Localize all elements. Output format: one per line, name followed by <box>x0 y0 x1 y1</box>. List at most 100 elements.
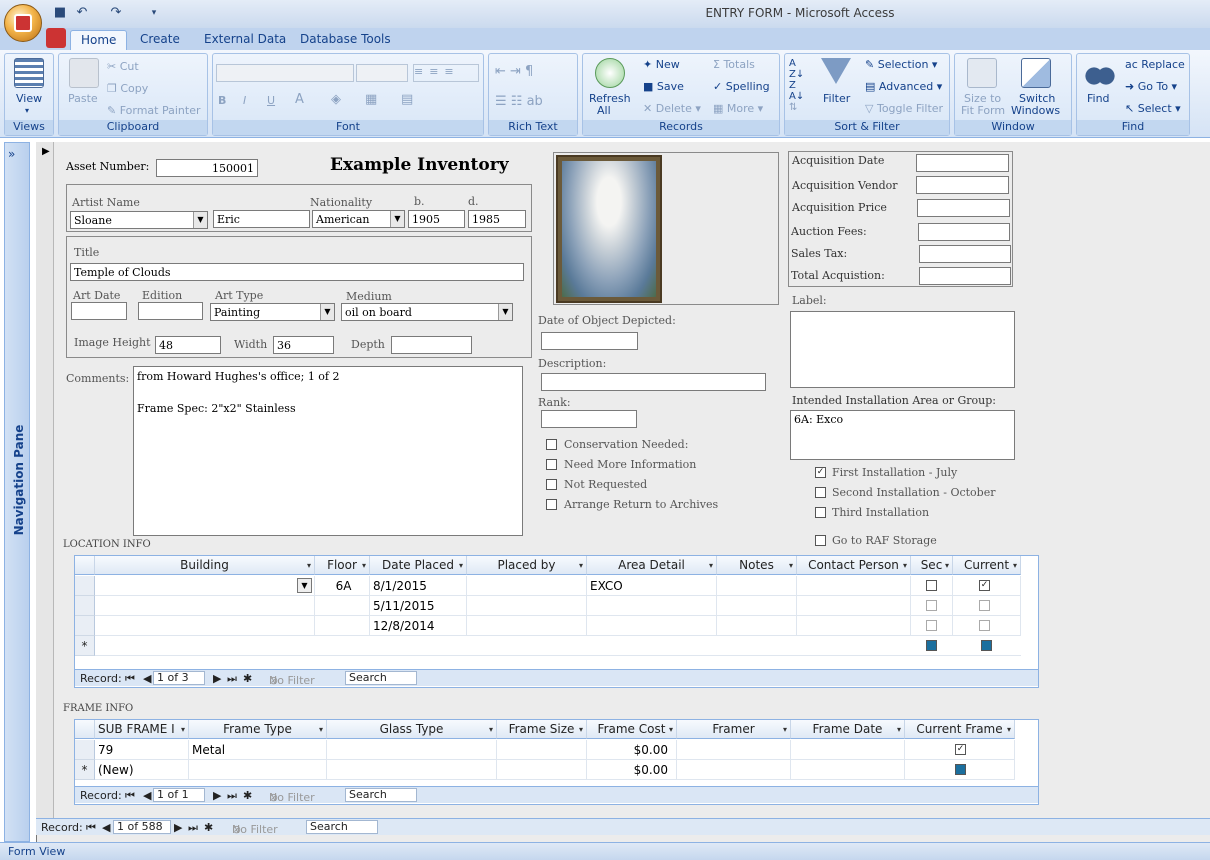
underline-button[interactable]: U <box>267 94 275 107</box>
new-record-icon[interactable]: ✱ <box>204 821 213 834</box>
paste-button[interactable]: Paste <box>68 92 98 105</box>
third-installation-checkbox[interactable] <box>815 507 826 518</box>
current-new-checkbox[interactable] <box>981 640 992 651</box>
gridlines-icon[interactable]: ▦ <box>365 92 377 107</box>
new-record-marker[interactable]: * <box>75 760 95 780</box>
frame-size-header[interactable]: Frame Size ▾ <box>497 720 587 739</box>
new-record-marker[interactable]: * <box>75 636 95 656</box>
last-record-icon[interactable]: ⏭ <box>188 821 198 835</box>
sec-checkbox[interactable] <box>926 580 937 591</box>
view-dropdown-icon[interactable]: ▾ <box>25 106 29 115</box>
select-button[interactable]: ↖ Select ▾ <box>1125 102 1181 115</box>
tab-database-tools[interactable]: Database Tools <box>290 30 401 50</box>
current-checkbox[interactable]: ✓ <box>979 580 990 591</box>
tab-external-data[interactable]: External Data <box>194 30 296 50</box>
location-row-selector[interactable] <box>75 576 95 596</box>
depth-field[interactable] <box>391 336 472 354</box>
frame-date-header[interactable]: Frame Date ▾ <box>791 720 905 739</box>
date-placed-cell[interactable]: 5/11/2015 <box>370 596 467 616</box>
date-placed-cell[interactable]: 8/1/2015 <box>370 576 467 596</box>
contact-person-cell[interactable] <box>797 596 911 616</box>
rank-field[interactable] <box>541 410 637 428</box>
width-field[interactable]: 36 <box>273 336 334 354</box>
selection-button[interactable]: ✎ Selection ▾ <box>865 58 937 71</box>
find-button[interactable]: Find <box>1087 92 1110 105</box>
frame-type-cell[interactable]: Metal <box>189 740 327 760</box>
save-button[interactable]: ■ Save <box>643 80 684 93</box>
sales-tax-field[interactable] <box>919 245 1011 263</box>
notes-cell[interactable] <box>717 576 797 596</box>
go-to-button[interactable]: ➜ Go To ▾ <box>1125 80 1177 93</box>
align-buttons[interactable]: ≡≡≡ <box>413 64 479 82</box>
raf-storage-checkbox[interactable] <box>815 535 826 546</box>
frame-type-header[interactable]: Frame Type ▾ <box>189 720 327 739</box>
redo-icon[interactable]: ↷ <box>108 5 124 21</box>
last-record-icon[interactable]: ⏭ <box>227 789 237 803</box>
list-icon[interactable]: ☰ ☷ ab <box>495 94 543 109</box>
tab-create[interactable]: Create <box>130 30 190 50</box>
frame-type-new-cell[interactable] <box>189 760 327 780</box>
sort-descending-icon[interactable]: Z A↓ <box>789 80 804 102</box>
total-acquisition-field[interactable] <box>919 267 1011 285</box>
glass-type-header[interactable]: Glass Type ▾ <box>327 720 497 739</box>
record-position-field[interactable]: 1 of 3 <box>153 671 205 685</box>
description-field[interactable] <box>541 373 766 391</box>
location-row-selector[interactable] <box>75 596 95 616</box>
notes-header[interactable]: Notes ▾ <box>717 556 797 575</box>
font-color-icon[interactable]: A <box>295 92 304 107</box>
building-dropdown-icon[interactable]: ▼ <box>297 578 312 593</box>
save-icon[interactable]: ■ <box>52 5 68 21</box>
frame-date-new-cell[interactable] <box>791 760 905 780</box>
sub-frame-new-cell[interactable]: (New) <box>95 760 189 780</box>
contact-person-cell[interactable] <box>797 576 911 596</box>
medium-dropdown-icon[interactable]: ▼ <box>498 304 512 320</box>
current-frame-new-checkbox[interactable] <box>955 764 966 775</box>
new-record-icon[interactable]: ✱ <box>243 789 252 802</box>
next-record-icon[interactable]: ▶ <box>213 672 221 685</box>
area-detail-header[interactable]: Area Detail ▾ <box>587 556 717 575</box>
frame-row-selector[interactable] <box>75 740 95 760</box>
italic-button[interactable]: I <box>243 94 246 107</box>
first-record-icon[interactable]: ⏮ <box>125 672 135 686</box>
current-frame-header[interactable]: Current Frame ▾ <box>905 720 1015 739</box>
edition-field[interactable] <box>138 302 203 320</box>
previous-record-icon[interactable]: ◀ <box>143 672 151 685</box>
installation-area-field[interactable]: 6A: Exco <box>790 410 1015 460</box>
first-installation-checkbox[interactable]: ✓ <box>815 467 826 478</box>
nationality-dropdown-icon[interactable]: ▼ <box>390 211 404 227</box>
customize-qat-icon[interactable]: ▾ <box>146 5 162 21</box>
current-header[interactable]: Current ▾ <box>953 556 1021 575</box>
location-select-all[interactable] <box>75 556 95 575</box>
glass-type-new-cell[interactable] <box>327 760 497 780</box>
notes-cell[interactable] <box>717 596 797 616</box>
artist-dropdown-icon[interactable]: ▼ <box>193 212 207 228</box>
sec-new-checkbox[interactable] <box>926 640 937 651</box>
nationality-combo[interactable]: American ▼ <box>312 210 405 228</box>
framer-new-cell[interactable] <box>677 760 791 780</box>
location-row-selector[interactable] <box>75 616 95 636</box>
frame-cost-header[interactable]: Frame Cost ▾ <box>587 720 677 739</box>
sort-ascending-icon[interactable]: A Z↓ <box>789 58 804 80</box>
date-placed-cell[interactable]: 12/8/2014 <box>370 616 467 636</box>
expand-nav-icon[interactable]: » <box>8 147 15 161</box>
search-field[interactable]: Search <box>345 788 417 802</box>
sub-frame-cell[interactable]: 79 <box>95 740 189 760</box>
record-position-field[interactable]: 1 of 588 <box>113 820 171 834</box>
framer-header[interactable]: Framer ▾ <box>677 720 791 739</box>
frame-size-new-cell[interactable] <box>497 760 587 780</box>
undo-icon[interactable]: ↶ <box>74 5 90 21</box>
next-record-icon[interactable]: ▶ <box>213 789 221 802</box>
not-requested-checkbox[interactable] <box>546 479 557 490</box>
sec-checkbox[interactable] <box>926 620 937 631</box>
placed-by-cell[interactable] <box>467 596 587 616</box>
born-field[interactable]: 1905 <box>408 210 465 228</box>
sec-checkbox[interactable] <box>926 600 937 611</box>
notes-cell[interactable] <box>717 616 797 636</box>
area-detail-cell[interactable] <box>587 616 717 636</box>
frame-date-cell[interactable] <box>791 740 905 760</box>
clear-sort-icon[interactable]: ⇅ <box>789 102 797 113</box>
frame-cost-cell[interactable]: $0.00 <box>587 740 677 760</box>
frame-select-all[interactable] <box>75 720 95 739</box>
contact-person-header[interactable]: Contact Person ▾ <box>797 556 911 575</box>
date-placed-header[interactable]: Date Placed ▾ <box>370 556 467 575</box>
